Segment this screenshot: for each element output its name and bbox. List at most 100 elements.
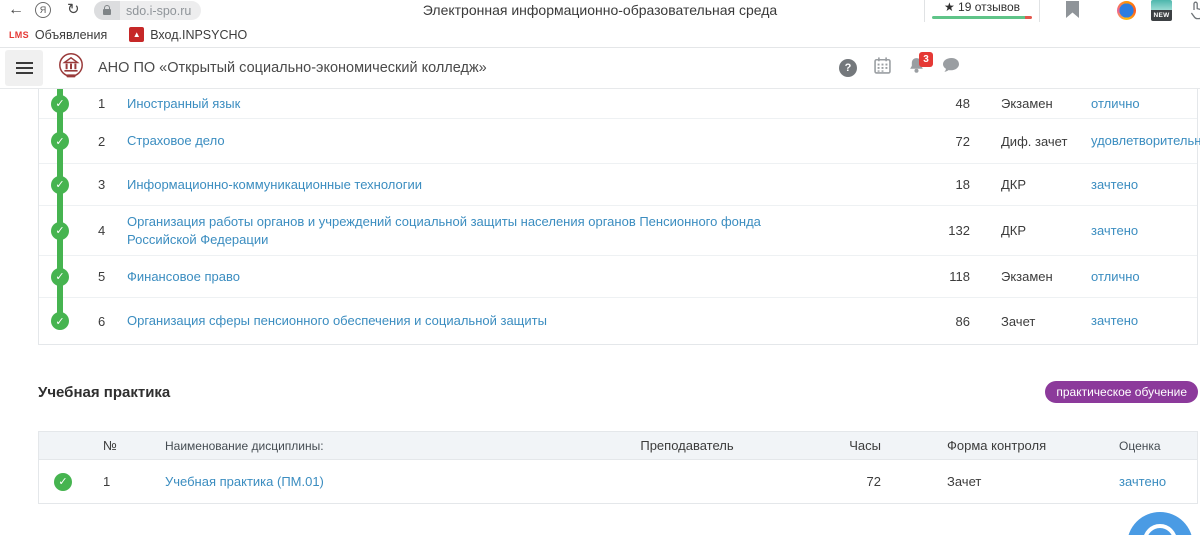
back-button[interactable]: ← [8,0,24,20]
practice-number: 1 [91,474,135,489]
course-number: 6 [91,314,127,329]
page-title: Электронная информационно-образовательна… [300,2,900,18]
practice-row: ✓ 1 Учебная практика (ПМ.01) 72 Зачет за… [39,460,1197,503]
course-link[interactable]: Финансовое право [127,269,240,284]
course-control-form: ДКР [982,177,1077,192]
practice-link[interactable]: Учебная практика (ПМ.01) [165,474,324,489]
college-logo [56,51,86,86]
course-hours: 72 [897,134,982,149]
check-circle-icon: ✓ [54,473,72,491]
header-icon-group: ? 3 [839,57,960,79]
practice-control-form: Зачет [887,474,1047,489]
course-hours: 132 [897,223,982,238]
reviews-rating-bar [932,16,1032,19]
menu-button[interactable] [5,50,43,86]
main-content: ✓ 1 Иностранный язык 48 Экзамен отлично … [38,89,1198,504]
course-number: 1 [91,96,127,111]
course-link[interactable]: Иностранный язык [127,96,240,111]
new-icon-art [1151,0,1172,10]
course-number: 3 [91,177,127,192]
course-row: ✓ 2 Страховое дело 72 Диф. зачет удовлет… [39,119,1197,164]
practice-section-header: Учебная практика практическое обучение [38,381,1198,403]
course-hours: 48 [897,96,982,111]
course-hours: 118 [897,269,982,284]
course-control-form: Экзамен [982,269,1077,284]
course-row: ✓ 4 Организация работы органов и учрежде… [39,206,1197,256]
course-grade-link[interactable]: отлично [1091,96,1140,111]
college-name: АНО ПО «Открытый социально-экономический… [98,60,487,76]
bookmarks-bar: LMS Объявления ▲ Вход.INPSYCHO [0,22,1200,48]
course-link[interactable]: Информационно-коммуникационные технологи… [127,177,422,192]
chat-widget-button[interactable] [1127,512,1193,535]
header-teacher: Преподаватель [557,438,817,453]
header-hours: Часы [817,438,887,453]
course-link[interactable]: Страховое дело [127,133,225,148]
header-grade: Оценка [1047,439,1197,453]
site-reviews-widget[interactable]: ★ 19 отзывов [924,0,1040,22]
check-circle-icon: ✓ [51,268,69,286]
check-circle-icon: ✓ [51,312,69,330]
address-bar[interactable]: sdo.i-spo.ru [94,1,201,20]
url-text: sdo.i-spo.ru [126,4,191,18]
practice-grade-link[interactable]: зачтено [1119,474,1166,489]
bookmark-label: Вход.INPSYCHO [150,28,247,42]
messages-icon[interactable] [942,58,960,78]
bookmark-item-inpsycho[interactable]: ▲ Вход.INPSYCHO [129,27,247,42]
extension-icon[interactable] [1117,1,1136,20]
course-grade-link[interactable]: зачтено [1091,177,1138,192]
course-row: ✓ 6 Организация сферы пенсионного обеспе… [39,298,1197,344]
course-control-form: Зачет [982,314,1077,329]
header-number: № [91,438,135,453]
header-discipline: Наименование дисциплины: [135,439,557,453]
course-grade-link[interactable]: отлично [1091,269,1140,284]
reload-button[interactable]: ↻ [67,0,80,20]
ssl-lock-icon[interactable] [94,1,120,20]
notifications-bell-icon[interactable]: 3 [908,58,925,78]
courses-table: ✓ 1 Иностранный язык 48 Экзамен отлично … [38,89,1198,345]
course-control-form: Экзамен [982,96,1077,111]
course-number: 2 [91,134,127,149]
practice-table-header: № Наименование дисциплины: Преподаватель… [39,432,1197,460]
bookmark-flag-icon[interactable] [1066,1,1079,18]
section-title: Учебная практика [38,384,170,401]
practice-table: № Наименование дисциплины: Преподаватель… [38,431,1198,504]
new-icon-label: NEW [1151,10,1172,21]
browser-toolbar: ← Я ↻ sdo.i-spo.ru Электронная информаци… [0,0,1200,22]
inpsycho-favicon: ▲ [129,27,144,42]
new-extension-icon[interactable]: NEW [1151,0,1172,21]
bookmark-item-announcements[interactable]: LMS Объявления [9,28,107,42]
app-header: АНО ПО «Открытый социально-экономический… [0,48,1200,89]
course-hours: 18 [897,177,982,192]
check-circle-icon: ✓ [51,132,69,150]
browser-window: ← Я ↻ sdo.i-spo.ru Электронная информаци… [0,0,1200,535]
course-grade-link[interactable]: зачтено [1091,313,1138,328]
course-number: 5 [91,269,127,284]
reviews-label: ★ 19 отзывов [925,0,1039,14]
help-icon[interactable]: ? [839,59,857,77]
chat-widget-icon [1143,524,1177,535]
course-grade-link[interactable]: зачтено [1091,223,1138,238]
check-circle-icon: ✓ [51,222,69,240]
bookmark-label: Объявления [35,28,107,42]
lms-favicon: LMS [9,30,29,40]
course-control-form: ДКР [982,223,1077,238]
course-link[interactable]: Организация работы органов и учреждений … [127,214,761,247]
course-row: ✓ 5 Финансовое право 118 Экзамен отлично [39,256,1197,298]
check-circle-icon: ✓ [51,176,69,194]
header-control-form: Форма контроля [887,438,1047,453]
course-hours: 86 [897,314,982,329]
progress-timeline-bar [57,89,63,321]
course-row: ✓ 3 Информационно-коммуникационные техно… [39,164,1197,206]
browser-profile-icon[interactable]: Я [35,2,51,18]
course-link[interactable]: Организация сферы пенсионного обеспечени… [127,313,547,328]
course-row: ✓ 1 Иностранный язык 48 Экзамен отлично [39,89,1197,119]
practice-hours: 72 [817,474,887,489]
course-grade-link[interactable]: удовлетворительно [1091,133,1200,148]
course-control-form: Диф. зачет [982,134,1077,149]
notification-count-badge: 3 [919,52,933,67]
practice-type-badge[interactable]: практическое обучение [1045,381,1198,403]
calendar-icon[interactable] [874,57,891,79]
course-number: 4 [91,223,127,238]
hand-cursor-icon[interactable] [1188,0,1200,25]
check-circle-icon: ✓ [51,95,69,113]
